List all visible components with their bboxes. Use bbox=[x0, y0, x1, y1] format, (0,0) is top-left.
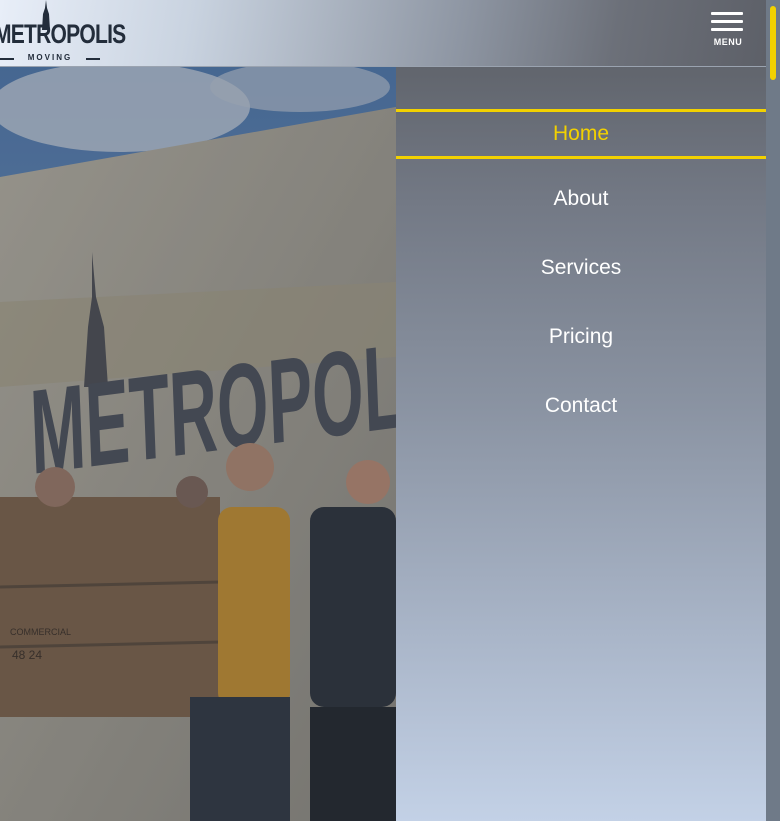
hamburger-icon-bar bbox=[711, 28, 743, 31]
menu-label: MENU bbox=[713, 37, 743, 47]
nav-item-pricing[interactable]: Pricing bbox=[396, 325, 766, 349]
hero-photo: METROPOLIS COMMERCIAL 48 24 bbox=[0, 67, 396, 821]
scrollbar-thumb[interactable] bbox=[770, 6, 776, 80]
hamburger-icon-bar bbox=[711, 20, 743, 23]
logo-wordmark: METROPOLIS bbox=[0, 19, 126, 49]
menu-toggle-button[interactable]: MENU bbox=[708, 10, 748, 50]
nav-item-contact[interactable]: Contact bbox=[396, 394, 766, 418]
navigation-menu: Home About Services Pricing Contact bbox=[396, 67, 766, 821]
movers-truck-photo: METROPOLIS COMMERCIAL 48 24 bbox=[0, 67, 396, 821]
logo-subtitle: MOVING bbox=[0, 53, 100, 63]
hamburger-icon bbox=[711, 12, 743, 15]
nav-item-home[interactable]: Home bbox=[396, 109, 766, 159]
page-scrollbar[interactable] bbox=[766, 0, 780, 821]
logo[interactable]: METROPOLIS MOVING bbox=[0, 0, 126, 67]
nav-item-services[interactable]: Services bbox=[396, 256, 766, 280]
site-header: METROPOLIS MOVING MENU bbox=[0, 0, 766, 67]
nav-item-about[interactable]: About bbox=[396, 187, 766, 211]
